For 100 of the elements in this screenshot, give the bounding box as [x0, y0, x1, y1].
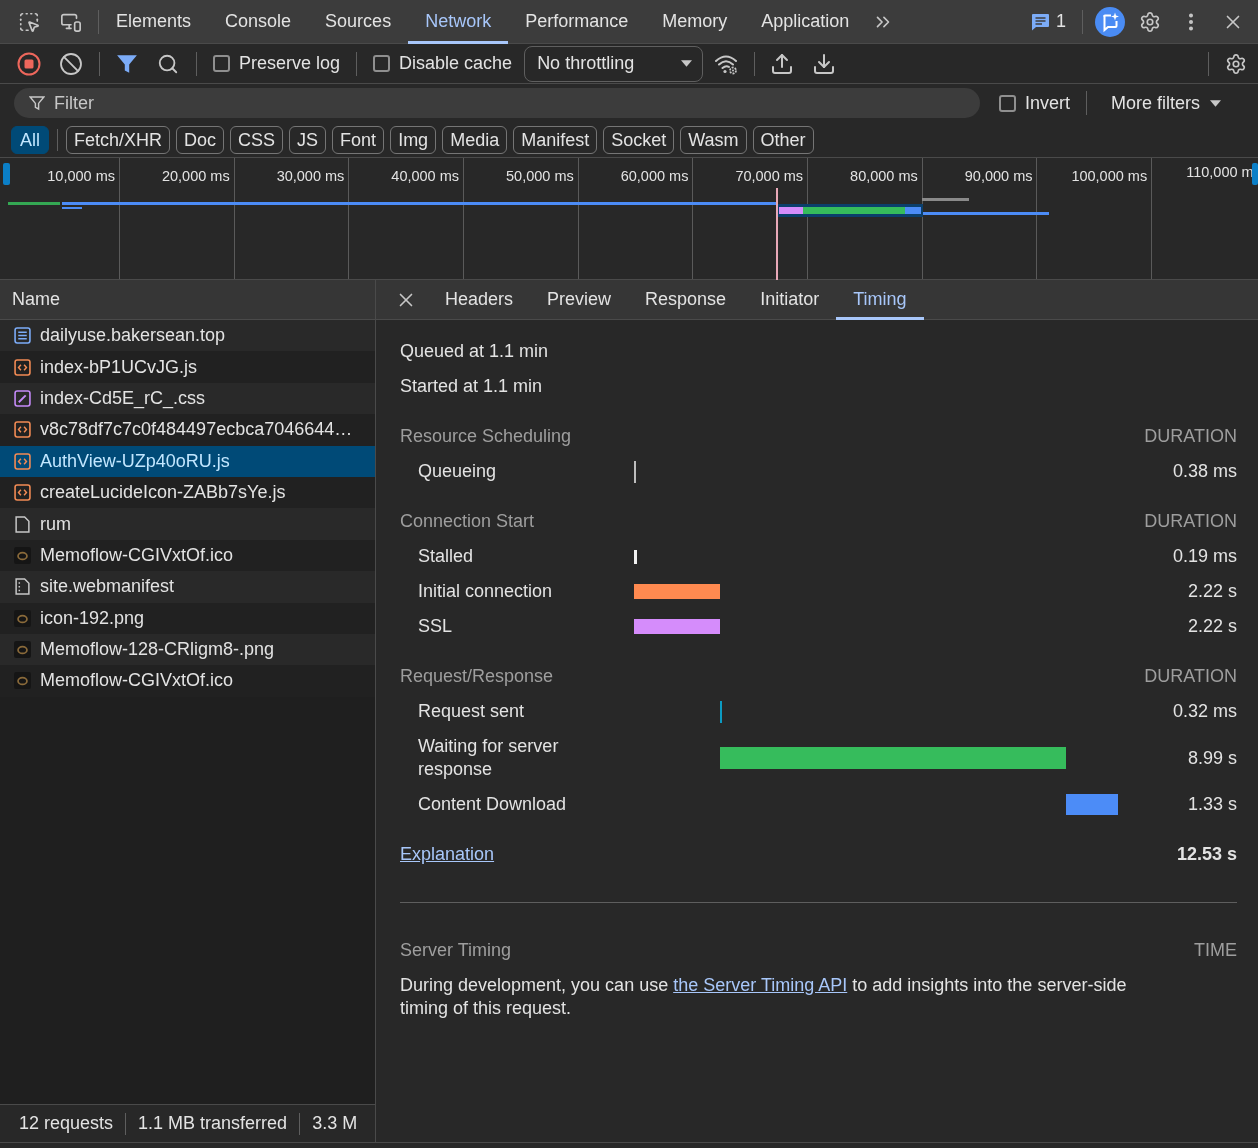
type-filter-chip[interactable]: Manifest [513, 125, 598, 154]
image-thumbnail-icon [14, 641, 31, 659]
time-tick-label: 80,000 ms [850, 167, 918, 184]
caret-icon [681, 60, 693, 67]
detail-tab[interactable]: Timing [836, 279, 924, 320]
code-file-icon [14, 452, 31, 470]
duration-value: 2.22 s [1186, 615, 1237, 638]
time-tick-label: 70,000 ms [735, 167, 804, 184]
time-tick-label: 40,000 ms [391, 167, 460, 184]
server-timing-description: During development, you can use the Server Timing API to add insights into the server-side timing of this request. [400, 974, 1128, 1020]
panel-tab[interactable]: Performance [508, 0, 646, 44]
issues-button[interactable]: 1 [1030, 8, 1066, 35]
time-tick-label: 100,000 ms [1071, 167, 1148, 184]
request-row[interactable]: AuthView-UZp40oRU.js [0, 445, 375, 477]
checkbox[interactable] [999, 94, 1016, 112]
panel-tab[interactable]: Application [744, 0, 867, 44]
upload-icon[interactable] [770, 51, 795, 76]
type-filter-chip[interactable]: Fetch/XHR [66, 125, 171, 154]
section-heading: Server Timing [400, 939, 512, 962]
panel-tab[interactable]: Sources [308, 0, 409, 44]
image-thumbnail-icon [14, 672, 31, 690]
status-text: 3.3 M [312, 1112, 358, 1135]
type-filter-chip[interactable]: Img [390, 125, 437, 154]
detail-tab[interactable]: Response [628, 279, 744, 320]
type-filter-chip[interactable]: CSS [230, 125, 284, 154]
checkbox[interactable] [373, 55, 391, 72]
prohibited-circle-icon[interactable] [59, 51, 83, 76]
timing-phase-label: Initial connection [418, 580, 554, 603]
type-filter-chip[interactable]: Doc [176, 125, 225, 154]
time-tick-label: 30,000 ms [276, 167, 345, 184]
section-heading: Connection Start [400, 510, 535, 533]
filter-field[interactable]: Filter [14, 88, 980, 118]
request-row[interactable]: site.webmanifest [0, 571, 375, 603]
checkbox-label[interactable]: Preserve log [239, 50, 341, 77]
status-text: 1.1 MB transferred [138, 1112, 288, 1135]
request-row[interactable]: dailyuse.bakersean.top [0, 320, 375, 352]
search-icon[interactable] [157, 52, 179, 75]
request-row[interactable]: index-Cd5E_rC_.css [0, 382, 375, 415]
document-icon [14, 327, 31, 345]
time-tick-label: 20,000 ms [161, 167, 230, 184]
timeline-bar [922, 198, 969, 201]
pen-square-icon [14, 389, 31, 407]
timing-phase-label: Request sent [418, 700, 526, 723]
checkbox-label[interactable]: Invert [1025, 89, 1071, 117]
status-text: 12 requests [19, 1112, 114, 1135]
settings-icon[interactable] [1139, 10, 1161, 33]
type-filter-chip[interactable]: All [11, 125, 49, 154]
time-tick-label: 90,000 ms [964, 167, 1033, 184]
duration-value: 2.22 s [1186, 580, 1237, 603]
type-filter-chip[interactable]: Font [332, 125, 385, 154]
settings-icon[interactable] [1225, 52, 1247, 75]
type-filter-chip[interactable]: JS [289, 125, 327, 154]
time-tick-label: 60,000 ms [620, 167, 689, 184]
checkbox-label[interactable]: Disable cache [399, 50, 513, 77]
total-duration: 12.53 s [1176, 843, 1237, 866]
duration-value: 8.99 s [1186, 746, 1237, 770]
timing-phase-label: Stalled [418, 545, 475, 568]
code-file-icon [14, 421, 31, 439]
time-tick-label: 50,000 ms [506, 167, 574, 184]
stop-circle-icon[interactable] [17, 51, 41, 76]
code-file-icon [14, 358, 31, 376]
more-filters-button[interactable]: More filters [1111, 89, 1222, 117]
funnel-icon[interactable] [116, 52, 138, 75]
image-thumbnail-icon [14, 546, 31, 564]
throttling-select[interactable]: No throttling [524, 45, 704, 82]
timing-phase-label: Queueing [418, 460, 498, 483]
panel-tab[interactable]: Elements [99, 0, 209, 44]
caret-icon [1210, 99, 1222, 107]
column-header[interactable]: Name [12, 286, 60, 313]
checkbox[interactable] [213, 55, 230, 72]
sparkle-chat-icon[interactable] [1095, 6, 1125, 37]
explanation-link[interactable]: Explanation [400, 841, 495, 868]
dotted-page-icon [14, 578, 31, 596]
request-row[interactable]: rum [0, 508, 375, 540]
type-filter-chip[interactable]: Socket [603, 125, 675, 154]
time-tick-label: 10,000 ms [47, 167, 115, 184]
dashed-box-pointer-icon[interactable] [18, 10, 40, 33]
request-row[interactable]: Memoflow-128-CRligm8-.png [0, 633, 375, 666]
type-filter-chip[interactable]: Wasm [680, 125, 747, 154]
download-icon[interactable] [812, 51, 837, 76]
detail-tab[interactable]: Initiator [743, 279, 837, 320]
duration-value: 0.19 ms [1171, 545, 1237, 568]
panel-tab[interactable]: Memory [645, 0, 745, 44]
column-heading: DURATION [1144, 665, 1237, 688]
type-filter-chip[interactable]: Media [442, 125, 508, 154]
server-timing-api-link[interactable]: the Server Timing API [673, 975, 848, 995]
timing-phase-label: SSL [418, 615, 454, 638]
code-file-icon [14, 484, 31, 502]
panel-tab[interactable]: Network [408, 0, 509, 44]
type-filter-chip[interactable]: Other [752, 125, 814, 154]
column-heading: DURATION [1144, 510, 1237, 533]
duration-value: 0.32 ms [1171, 700, 1237, 723]
timing-phase-label: Waiting for server response [418, 735, 560, 781]
timeline-bar [8, 202, 60, 205]
detail-tab[interactable]: Headers [428, 279, 531, 320]
column-heading: TIME [1194, 939, 1237, 962]
detail-tab[interactable]: Preview [530, 279, 629, 320]
panel-tab[interactable]: Console [208, 0, 309, 44]
duration-value: 0.38 ms [1171, 460, 1237, 483]
duration-value: 1.33 s [1186, 793, 1237, 816]
